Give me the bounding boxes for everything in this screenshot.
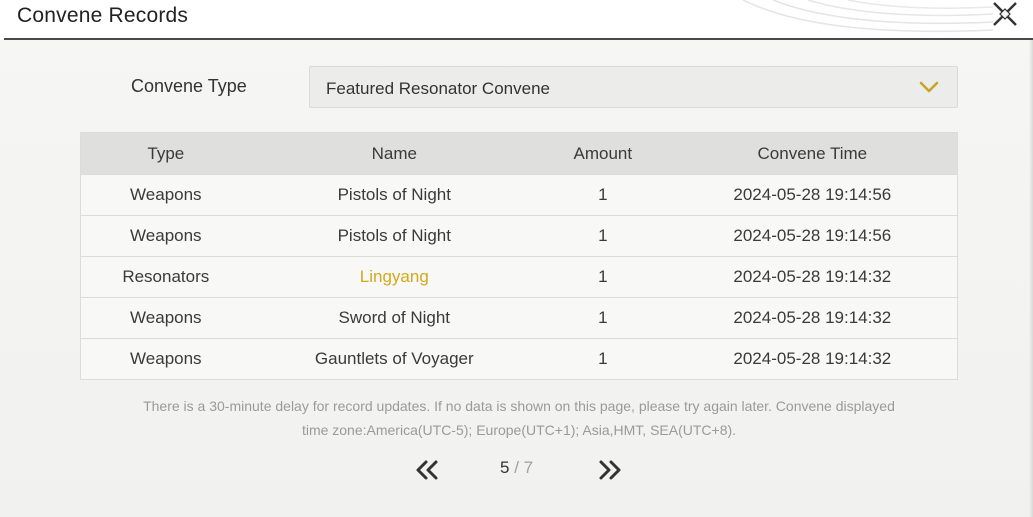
table-row: Resonators Lingyang 1 2024-05-28 19:14:3… [81,256,957,297]
row-name: Pistols of Night [337,185,451,204]
table-row: Weapons Pistols of Night 1 2024-05-28 19… [81,174,957,215]
header-convene-time: Convene Time [757,143,868,163]
page-separator: / [509,458,524,477]
records-table: Type Name Amount Convene Time Weapons Pi… [80,132,958,380]
row-time: 2024-05-28 19:14:56 [733,185,892,204]
row-name-highlighted: Lingyang [359,267,429,286]
row-amount: 1 [598,226,608,245]
window-title: Convene Records [17,4,189,27]
double-chevron-right-icon [599,460,621,480]
close-icon [990,0,1020,34]
row-amount: 1 [598,267,608,286]
header-name: Name [371,143,417,163]
row-name: Sword of Night [338,308,451,327]
title-divider [4,38,1033,40]
row-time: 2024-05-28 19:14:56 [733,226,892,245]
table-row: Weapons Gauntlets of Voyager 1 2024-05-2… [81,338,957,379]
title-bar: Convene Records [0,0,1033,40]
row-amount: 1 [598,185,608,204]
chevron-down-icon [919,79,939,95]
convene-type-filter: Convene Type Featured Resonator Convene [0,66,1033,110]
next-page-button[interactable] [597,459,623,481]
table-row: Weapons Pistols of Night 1 2024-05-28 19… [81,215,957,256]
delay-notice: There is a 30-minute delay for record up… [80,394,958,442]
row-amount: 1 [598,308,608,327]
page-indicator: 5 / 7 [500,458,533,478]
row-time: 2024-05-28 19:14:32 [733,308,892,327]
row-amount: 1 [598,349,608,368]
row-type: Weapons [130,308,202,327]
header-decoration [733,0,993,40]
convene-records-window: Convene Records Convene Type Featured Re… [0,0,1033,517]
window-edge [1029,40,1033,517]
row-type: Weapons [130,349,202,368]
row-name: Pistols of Night [337,226,451,245]
notice-line-1: There is a 30-minute delay for record up… [143,398,895,414]
row-time: 2024-05-28 19:14:32 [733,267,892,286]
convene-type-label: Convene Type [131,76,247,96]
previous-page-button[interactable] [414,459,440,481]
row-time: 2024-05-28 19:14:32 [733,349,892,368]
pagination: 5 / 7 [0,455,1033,485]
notice-line-2: time zone:America(UTC-5); Europe(UTC+1);… [301,422,737,438]
close-button[interactable] [987,0,1023,32]
table-row: Weapons Sword of Night 1 2024-05-28 19:1… [81,297,957,338]
row-name: Gauntlets of Voyager [314,349,474,368]
total-pages: 7 [523,458,534,477]
double-chevron-left-icon [416,460,438,480]
convene-type-selected-value: Featured Resonator Convene [326,79,550,98]
row-type: Weapons [130,226,202,245]
header-type: Type [147,143,185,163]
header-amount: Amount [573,143,633,163]
convene-type-select[interactable]: Featured Resonator Convene [309,66,958,108]
row-type: Resonators [122,267,210,286]
row-type: Weapons [130,185,202,204]
table-header: Type Name Amount Convene Time [81,133,957,174]
